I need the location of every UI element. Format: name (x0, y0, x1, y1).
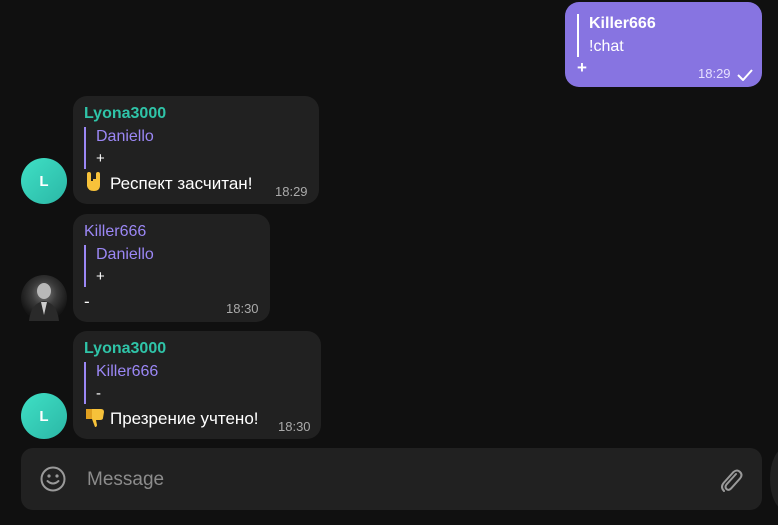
quote-sender: Daniello (96, 246, 154, 263)
reply-quote[interactable]: Daniello + (84, 245, 260, 287)
quote-text: - (96, 385, 101, 402)
message-text: Респект засчитан! (110, 174, 253, 193)
message-time: 18:30 (226, 301, 259, 316)
quote-sender: Daniello (96, 128, 154, 145)
avatar-letter: L (39, 172, 49, 190)
message-incoming[interactable]: Lyona3000 Daniello + Респект засчитан! 1… (73, 96, 319, 204)
reply-quote[interactable]: Daniello + (84, 127, 309, 169)
chat-window: Killer666 !chat + 18:29 L Lyona3000 Dani… (0, 0, 778, 525)
sender-name[interactable]: Lyona3000 (84, 104, 309, 124)
reply-quote[interactable]: Killer666 !chat (577, 14, 750, 57)
avatar[interactable]: L (21, 158, 67, 204)
avatar[interactable]: L (21, 393, 67, 439)
message-incoming[interactable]: Killer666 Daniello + - 18:30 (73, 214, 270, 322)
quote-sender: Killer666 (589, 15, 656, 32)
check-icon (737, 68, 753, 86)
message-body: Презрение учтено! (84, 406, 311, 430)
quote-text: + (96, 268, 105, 285)
quote-text: + (96, 150, 105, 167)
user-photo-avatar[interactable] (21, 275, 67, 321)
sender-name[interactable]: Killer666 (84, 222, 260, 242)
smile-icon[interactable] (40, 466, 66, 497)
sign-of-horns-emoji (84, 171, 106, 193)
quote-text: !chat (589, 38, 624, 55)
message-outgoing[interactable]: Killer666 !chat + 18:29 (565, 2, 762, 87)
message-incoming[interactable]: Lyona3000 Killer666 - Презрение учтено! … (73, 331, 321, 439)
avatar-letter: L (39, 407, 49, 425)
message-time: 18:30 (278, 419, 311, 434)
message-text: Презрение учтено! (110, 409, 259, 428)
sender-name[interactable]: Lyona3000 (84, 339, 311, 359)
message-time: 18:29 (698, 66, 731, 81)
person-silhouette-icon (29, 283, 59, 321)
message-time: 18:29 (275, 184, 308, 199)
message-composer (21, 448, 762, 510)
reply-quote[interactable]: Killer666 - (84, 362, 311, 404)
message-input[interactable] (85, 464, 689, 496)
thumbs-down-emoji (84, 406, 106, 428)
paperclip-icon[interactable] (718, 466, 744, 499)
quote-sender: Killer666 (96, 363, 159, 380)
send-button[interactable] (770, 448, 778, 510)
